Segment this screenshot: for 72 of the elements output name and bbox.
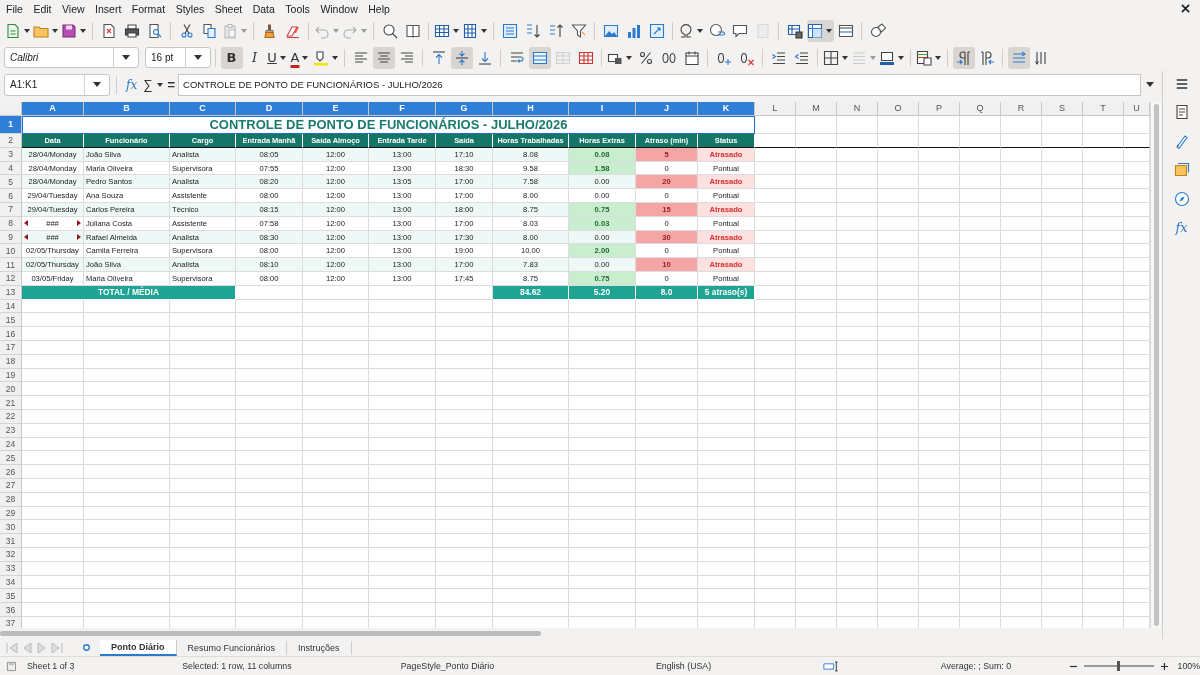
menu-item[interactable]: Tools (285, 2, 310, 15)
column-header[interactable]: H (493, 101, 569, 116)
row-header[interactable]: 20 (0, 382, 22, 397)
sheet-title: CONTROLE DE PONTO DE FUNCIONÁRIOS - JULHO/2026 (22, 115, 755, 134)
menu-item[interactable]: Window (320, 2, 358, 15)
sheet-tab[interactable]: Instruções (287, 640, 352, 655)
column-header[interactable]: D (236, 101, 303, 116)
language: English (USA) (655, 661, 713, 671)
row-header[interactable]: 36 (0, 603, 22, 617)
menu-item[interactable]: Format (131, 2, 166, 15)
column-header[interactable]: O (878, 101, 919, 116)
column-header[interactable]: Q (960, 101, 1001, 116)
functions-button[interactable]: fx (1175, 220, 1188, 235)
font-color-button[interactable]: A (289, 46, 312, 69)
row-header[interactable]: 16 (0, 327, 22, 341)
row-header[interactable]: 17 (0, 341, 22, 355)
zoom-level: 100% (1177, 661, 1200, 671)
column-header[interactable]: A (22, 101, 84, 116)
italic-button[interactable]: I (243, 46, 266, 69)
menu-item[interactable]: View (62, 2, 85, 15)
column-header[interactable]: N (837, 101, 878, 116)
row-header[interactable]: 10 (0, 244, 22, 259)
page-style: PageStyle_Ponto Diário (400, 661, 496, 671)
row-header[interactable]: 15 (0, 313, 22, 328)
menu-item[interactable]: File (6, 2, 23, 15)
formula-input[interactable]: CONTROLE DE PONTO DE FUNCIONÁRIOS - JULHO/2026 (178, 73, 1141, 96)
bold-button[interactable]: B (220, 46, 243, 69)
sheet-tab[interactable]: Resumo Funcionários (176, 640, 288, 655)
menu-item[interactable]: Edit (33, 2, 52, 15)
underline-button[interactable]: U (266, 46, 289, 69)
column-header[interactable]: C (170, 101, 236, 116)
row-header[interactable]: 31 (0, 534, 22, 548)
sheet-tab[interactable]: Ponto Diário (100, 639, 177, 656)
font-size-field[interactable]: 16 pt (145, 47, 211, 68)
row-header[interactable]: 26 (0, 465, 22, 479)
column-header[interactable]: E (303, 101, 369, 116)
row-header[interactable]: 5 (0, 175, 22, 190)
column-header[interactable]: B (84, 101, 170, 116)
function-wizard-button[interactable]: fx (123, 74, 141, 95)
column-header[interactable]: S (1042, 101, 1083, 116)
selection-info: Selected: 1 row, 11 columns (182, 661, 293, 671)
row-header[interactable]: 22 (0, 410, 22, 424)
column-header[interactable]: T (1083, 101, 1124, 116)
column-header[interactable]: R (1001, 101, 1042, 116)
sum-info: Average: ; Sum: 0 (940, 661, 1013, 671)
row-header[interactable]: 12 (0, 272, 22, 286)
sum-button[interactable]: ∑ (140, 74, 156, 95)
column-header[interactable]: L (755, 101, 796, 116)
row-header[interactable]: 6 (0, 189, 22, 204)
column-header[interactable]: U (1124, 101, 1150, 116)
menu-item[interactable]: Styles (175, 2, 205, 15)
menu-item[interactable]: Sheet (214, 2, 243, 15)
column-header[interactable]: I (569, 101, 636, 116)
formula-button[interactable]: = (164, 74, 179, 95)
column-header[interactable]: G (436, 101, 493, 116)
sheet-count: Sheet 1 of 3 (26, 661, 76, 671)
column-header[interactable]: J (636, 101, 698, 116)
column-header[interactable]: M (796, 101, 837, 116)
row-header[interactable]: 30 (0, 520, 22, 535)
row-header[interactable]: 21 (0, 396, 22, 410)
row-header[interactable]: 25 (0, 451, 22, 466)
row-header[interactable]: 35 (0, 589, 22, 604)
font-name-field[interactable]: Calibri (4, 47, 139, 68)
menu-item[interactable]: Insert (95, 2, 122, 15)
column-header[interactable]: P (919, 101, 960, 116)
row-header[interactable]: 7 (0, 203, 22, 217)
menu-item[interactable]: Help (368, 2, 390, 15)
column-header[interactable]: K (698, 101, 755, 116)
row-header[interactable]: 11 (0, 258, 22, 273)
menu-item[interactable]: Data (252, 2, 275, 15)
column-header[interactable]: F (369, 101, 436, 116)
name-box[interactable]: A1:K1 (4, 73, 110, 96)
